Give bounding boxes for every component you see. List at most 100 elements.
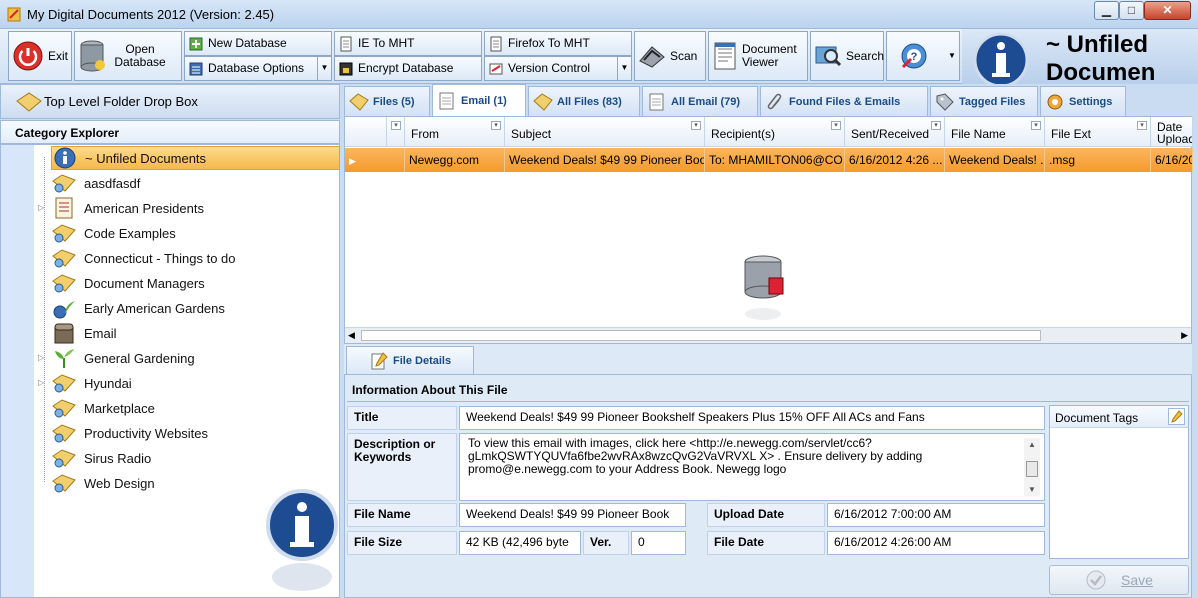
file-name-label: File Name <box>347 503 457 527</box>
column-header[interactable]: File Ext ▾ <box>1045 117 1151 147</box>
toolbar: Exit Open Database New Database Database… <box>0 29 1198 86</box>
encrypt-database-button[interactable]: Encrypt Database <box>334 56 482 81</box>
folder-icon <box>51 247 77 269</box>
table-cell[interactable]: 6/16/2012 4:26 ... <box>845 148 945 172</box>
scroll-left-icon[interactable]: ◀ <box>348 330 355 341</box>
scroll-thumb[interactable] <box>1026 461 1038 477</box>
tab-label: Found Files & Emails <box>789 95 901 108</box>
tab-settings[interactable]: Settings <box>1040 86 1126 116</box>
category-item[interactable]: General Gardening <box>51 346 195 370</box>
category-item[interactable]: Web Design <box>51 471 155 495</box>
folder-icon <box>349 92 369 112</box>
category-item[interactable]: American Presidents <box>51 196 204 220</box>
firefox-to-mht-button[interactable]: Firefox To MHT <box>484 31 632 56</box>
scan-button[interactable]: Scan <box>634 31 706 81</box>
category-item[interactable]: aasdfasdf <box>51 171 140 195</box>
column-header[interactable]: Recipient(s) ▾ <box>705 117 845 147</box>
open-database-button[interactable]: Open Database <box>74 31 182 81</box>
row-selector[interactable]: ▶ <box>345 148 405 172</box>
chevron-down-icon[interactable]: ▼ <box>617 57 631 80</box>
chevron-down-icon[interactable]: ▼ <box>945 32 959 80</box>
top-level-folder-drop-box[interactable]: Top Level Folder Drop Box <box>0 84 340 119</box>
title-label: Title <box>347 406 457 430</box>
ie-to-mht-button[interactable]: IE To MHT <box>334 31 482 56</box>
tab-email[interactable]: Email (1) <box>432 84 526 116</box>
category-item[interactable]: Hyundai <box>51 371 132 395</box>
upload-date-field[interactable]: 6/16/2012 7:00:00 AM <box>827 503 1045 527</box>
filter-icon[interactable]: ▾ <box>931 121 941 130</box>
title-field[interactable]: Weekend Deals! $49 99 Pioneer Bookshelf … <box>459 406 1045 430</box>
category-label: Email <box>84 325 117 341</box>
filter-icon[interactable]: ▾ <box>1031 121 1041 130</box>
filter-icon[interactable]: ▾ <box>691 121 701 130</box>
row-selector-header <box>345 117 387 147</box>
search-button[interactable]: Search <box>810 31 884 81</box>
horizontal-scrollbar[interactable]: ◀ ▶ <box>345 327 1191 343</box>
tab-found-files-emails[interactable]: Found Files & Emails <box>760 86 928 116</box>
check-icon <box>1086 570 1106 590</box>
edit-tags-icon[interactable] <box>1168 408 1185 425</box>
table-cell[interactable]: To: MHAMILTON06@CO... <box>705 148 845 172</box>
column-header[interactable]: Subject ▾ <box>505 117 705 147</box>
filter-icon[interactable]: ▾ <box>831 121 841 130</box>
column-header[interactable]: From ▾ <box>405 117 505 147</box>
exit-label: Exit <box>48 48 69 63</box>
file-date-field[interactable]: 6/16/2012 4:26:00 AM <box>827 531 1045 555</box>
file-size-field[interactable]: 42 KB (42,496 byte <box>459 531 581 555</box>
category-item[interactable]: Marketplace <box>51 396 155 420</box>
encrypt-database-label: Encrypt Database <box>358 61 454 76</box>
column-header[interactable]: Sent/Received ▾ <box>845 117 945 147</box>
category-item[interactable]: Early American Gardens <box>51 296 225 320</box>
description-field[interactable]: To view this email with images, click he… <box>459 433 1045 501</box>
column-header[interactable]: File Name ▾ <box>945 117 1045 147</box>
table-cell[interactable]: Weekend Deals! ... <box>945 148 1045 172</box>
info-icon <box>973 32 1029 84</box>
scroll-right-icon[interactable]: ▶ <box>1181 330 1188 341</box>
new-database-button[interactable]: New Database <box>184 31 332 56</box>
category-item[interactable]: Email <box>51 321 117 345</box>
database-options-button[interactable]: Database Options ▼ <box>184 56 332 81</box>
category-item[interactable]: Sirus Radio <box>51 446 151 470</box>
tab-all-email[interactable]: All Email (79) <box>642 86 758 116</box>
tab-tagged-files[interactable]: Tagged Files <box>930 86 1038 116</box>
window-title: My Digital Documents 2012 (Version: 2.45… <box>27 7 275 22</box>
chevron-down-icon[interactable]: ▼ <box>317 57 331 80</box>
column-header[interactable]: Date Uploade <box>1151 117 1193 147</box>
category-item[interactable]: Document Managers <box>51 271 205 295</box>
table-cell[interactable]: Weekend Deals! $49 99 Pioneer Book... <box>505 148 705 172</box>
document-tags-box[interactable]: Document Tags <box>1049 405 1189 559</box>
filter-header[interactable]: ▾ <box>387 117 405 147</box>
help-button[interactable]: ? ▼ <box>886 31 960 81</box>
category-item[interactable]: Productivity Websites <box>51 421 208 445</box>
scroll-thumb[interactable] <box>361 330 1041 341</box>
folder-icon <box>16 92 42 112</box>
filter-icon[interactable]: ▾ <box>1137 121 1147 130</box>
document-viewer-button[interactable]: Document Viewer <box>708 31 808 81</box>
category-item[interactable]: Connecticut - Things to do <box>51 246 236 270</box>
filter-icon[interactable]: ▾ <box>391 121 401 130</box>
filter-icon[interactable]: ▾ <box>491 121 501 130</box>
table-cell[interactable]: 6/16/20 <box>1151 148 1193 172</box>
paperclip-icon <box>765 92 785 112</box>
version-control-button[interactable]: Version Control ▼ <box>484 56 632 81</box>
maximize-button[interactable]: □ <box>1119 1 1144 20</box>
file-name-field[interactable]: Weekend Deals! $49 99 Pioneer Book <box>459 503 686 527</box>
close-button[interactable]: ✕ <box>1144 1 1191 20</box>
version-field[interactable]: 0 <box>631 531 686 555</box>
description-scrollbar[interactable]: ▲ ▼ <box>1024 438 1040 496</box>
plant-globe-icon <box>51 297 77 319</box>
minimize-button[interactable]: ▁ <box>1094 1 1119 20</box>
tab-file-details[interactable]: File Details <box>346 346 474 374</box>
exit-button[interactable]: Exit <box>8 31 72 81</box>
tab-files[interactable]: Files (5) <box>344 86 430 116</box>
help-icon: ? <box>901 43 927 69</box>
category-item[interactable]: ~ Unfiled Documents <box>51 146 340 170</box>
tab-all-files[interactable]: All Files (83) <box>528 86 640 116</box>
table-cell[interactable]: .msg <box>1045 148 1151 172</box>
open-database-label: Open Database <box>114 42 166 69</box>
save-button[interactable]: Save <box>1049 565 1189 595</box>
ie-to-mht-label: IE To MHT <box>358 36 415 51</box>
upload-date-label: Upload Date <box>707 503 825 527</box>
table-cell[interactable]: Newegg.com <box>405 148 505 172</box>
category-item[interactable]: Code Examples <box>51 221 176 245</box>
